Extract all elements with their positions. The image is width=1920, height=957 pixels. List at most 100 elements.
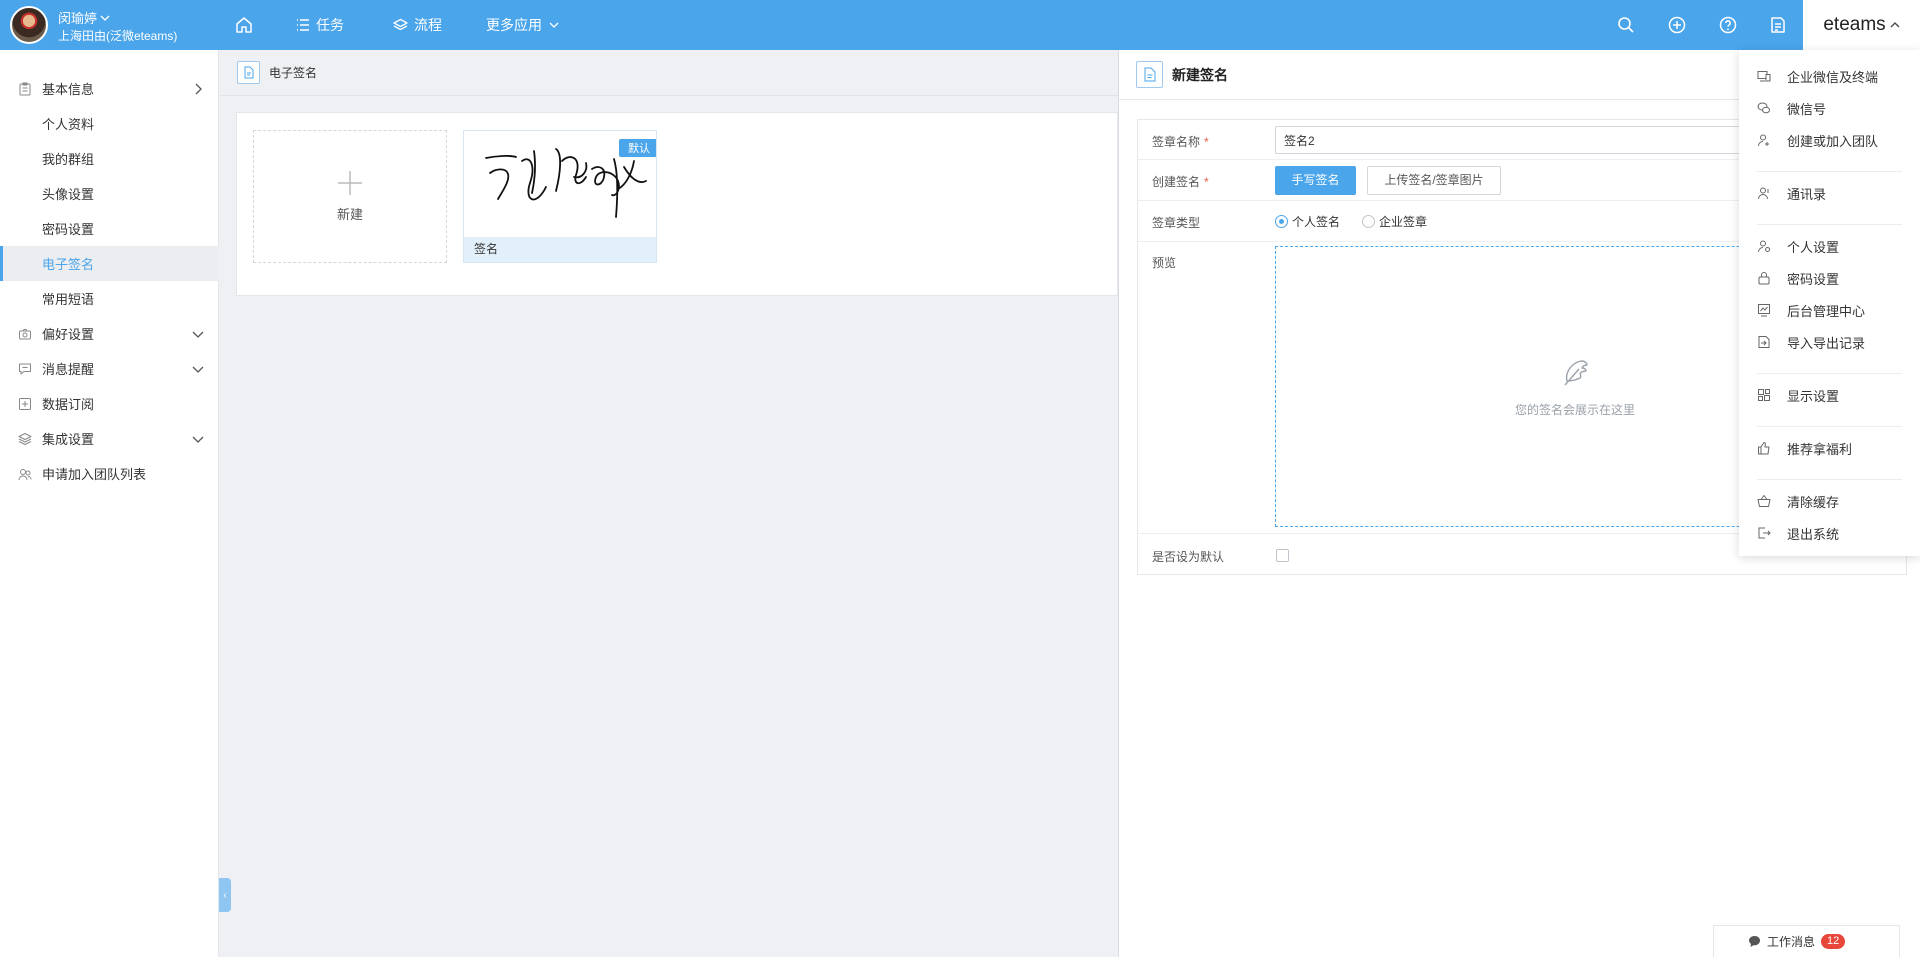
sidebar-item-basic-info[interactable]: 基本信息 <box>0 71 219 106</box>
contacts-icon <box>1758 187 1769 200</box>
sidebar-item-join-team-requests[interactable]: 申请加入团队列表 <box>0 456 219 491</box>
basket-icon <box>1757 495 1771 507</box>
radio-label: 企业签章 <box>1379 215 1428 229</box>
sidebar-item-label: 电子签名 <box>42 257 95 272</box>
menu-item-logout[interactable]: 退出系统 <box>1739 520 1920 546</box>
add-circle-icon[interactable] <box>1667 15 1687 35</box>
home-button[interactable] <box>234 0 254 50</box>
default-badge: 默认 <box>619 139 656 157</box>
clipboard-icon <box>19 82 31 96</box>
panel-title: 新建签名 <box>1172 66 1228 83</box>
menu-item-wechat[interactable]: 微信号 <box>1739 95 1920 121</box>
menu-item-label: 显示设置 <box>1787 388 1840 404</box>
menu-item-label: 导入导出记录 <box>1787 335 1866 351</box>
chevron-down-icon <box>100 15 110 21</box>
menu-item-label: 密码设置 <box>1787 271 1840 287</box>
radio-personal[interactable]: 个人签名 <box>1275 213 1340 230</box>
signature-card[interactable]: 默认 签名 <box>463 130 657 263</box>
chevron-up-icon <box>1890 22 1900 28</box>
sidebar-item-notifications[interactable]: 消息提醒 <box>0 351 219 386</box>
brand-logo: eteams <box>1823 14 1886 35</box>
set-default-checkbox[interactable] <box>1276 549 1289 562</box>
lock-icon <box>1758 272 1770 285</box>
user-menu[interactable]: 闵瑜婷 <box>58 8 110 27</box>
sidebar-item-phrases[interactable]: 常用短语 <box>0 281 219 316</box>
chevron-down-icon <box>192 366 204 373</box>
sidebar-item-profile[interactable]: 个人资料 <box>0 106 219 141</box>
sidebar-item-label: 消息提醒 <box>42 362 95 377</box>
message-icon <box>19 363 31 375</box>
breadcrumb: 电子签名 <box>220 50 1118 96</box>
wechat-icon <box>1757 102 1770 114</box>
sidebar-item-label: 头像设置 <box>42 187 95 202</box>
dashboard-icon <box>1758 304 1770 317</box>
new-signature-label: 新建 <box>336 207 363 222</box>
sidebar-item-data-subscription[interactable]: 数据订阅 <box>0 386 219 421</box>
sidebar-item-e-signature[interactable]: 电子签名 <box>0 246 219 281</box>
search-icon[interactable] <box>1616 15 1636 35</box>
radio-company[interactable]: 企业签章 <box>1362 213 1427 230</box>
menu-item-personal-settings[interactable]: 个人设置 <box>1739 233 1920 259</box>
sidebar-item-label: 基本信息 <box>42 82 95 97</box>
chevron-down-icon <box>549 22 559 28</box>
signature-list: 新建 默认 签名 <box>236 112 1118 296</box>
sidebar-item-label: 偏好设置 <box>42 327 95 342</box>
work-messages-button[interactable]: 工作消息 12 <box>1713 925 1900 957</box>
brand-menu-toggle[interactable]: eteams <box>1803 0 1920 50</box>
unread-count-badge: 12 <box>1821 934 1846 949</box>
sidebar-item-preferences[interactable]: 偏好设置 <box>0 316 219 351</box>
chat-icon <box>1749 936 1760 947</box>
users-icon <box>18 469 32 481</box>
menu-item-wecom[interactable]: 企业微信及终端 <box>1739 63 1920 89</box>
menu-item-admin-center[interactable]: 后台管理中心 <box>1739 297 1920 323</box>
sidebar-item-my-groups[interactable]: 我的群组 <box>0 141 219 176</box>
avatar[interactable] <box>10 6 48 44</box>
signature-name-input[interactable] <box>1275 126 1775 154</box>
menu-item-referral[interactable]: 推荐拿福利 <box>1739 435 1920 461</box>
sidebar-item-label: 申请加入团队列表 <box>42 467 147 482</box>
sidebar-item-integration[interactable]: 集成设置 <box>0 421 219 456</box>
nav-more-apps-label: 更多应用 <box>486 17 542 33</box>
menu-item-import-export[interactable]: 导入导出记录 <box>1739 329 1920 355</box>
document-icon <box>1136 61 1163 88</box>
handwrite-signature-button[interactable]: 手写签名 <box>1275 166 1356 195</box>
chevron-down-icon <box>192 436 204 443</box>
help-icon[interactable] <box>1718 15 1738 35</box>
layers-icon <box>18 433 32 445</box>
menu-item-display-settings[interactable]: 显示设置 <box>1739 382 1920 408</box>
field-label: 预览 <box>1152 256 1177 270</box>
upload-signature-button[interactable]: 上传签名/签章图片 <box>1367 166 1501 195</box>
menu-item-password-settings[interactable]: 密码设置 <box>1739 265 1920 291</box>
preview-placeholder: 您的签名会展示在这里 <box>1514 403 1635 417</box>
sidebar-item-avatar-settings[interactable]: 头像设置 <box>0 176 219 211</box>
new-signature-card[interactable]: 新建 <box>253 130 447 263</box>
menu-item-label: 微信号 <box>1787 101 1827 117</box>
menu-divider <box>1757 479 1902 480</box>
nav-more-apps[interactable]: 更多应用 <box>486 0 560 50</box>
sidebar-item-password[interactable]: 密码设置 <box>0 211 219 246</box>
sidebar-collapse-toggle[interactable]: ‹ <box>219 878 231 912</box>
sidebar-item-label: 常用短语 <box>42 292 95 307</box>
nav-tasks[interactable]: 任务 <box>296 0 344 50</box>
sidebar-item-label: 集成设置 <box>42 432 95 447</box>
nav-process[interactable]: 流程 <box>393 0 442 50</box>
sidebar-item-label: 数据订阅 <box>42 397 95 412</box>
menu-item-clear-cache[interactable]: 清除缓存 <box>1739 488 1920 514</box>
user-add-icon <box>1758 134 1769 147</box>
menu-item-label: 个人设置 <box>1787 239 1840 255</box>
menu-divider <box>1757 224 1902 225</box>
notes-icon[interactable] <box>1768 15 1788 35</box>
menu-item-label: 创建或加入团队 <box>1787 133 1879 149</box>
sidebar-item-label: 我的群组 <box>42 152 95 167</box>
thumbs-up-icon <box>1758 442 1770 455</box>
user-org: 上海田由(泛微eteams) <box>58 29 178 43</box>
sidebar: 基本信息 个人资料 我的群组 头像设置 密码设置 电子签名 常用短语 偏好设置 … <box>0 50 219 957</box>
document-icon <box>237 61 260 84</box>
nav-tasks-label: 任务 <box>316 17 344 33</box>
top-bar: 闵瑜婷 上海田由(泛微eteams) 任务 流程 更多应用 eteams <box>0 0 1920 50</box>
user-name: 闵瑜婷 <box>58 11 98 26</box>
menu-item-create-join-team[interactable]: 创建或加入团队 <box>1739 127 1920 153</box>
import-export-icon <box>1758 336 1770 348</box>
menu-item-contacts[interactable]: 通讯录 <box>1739 180 1920 206</box>
menu-item-label: 推荐拿福利 <box>1787 441 1853 457</box>
